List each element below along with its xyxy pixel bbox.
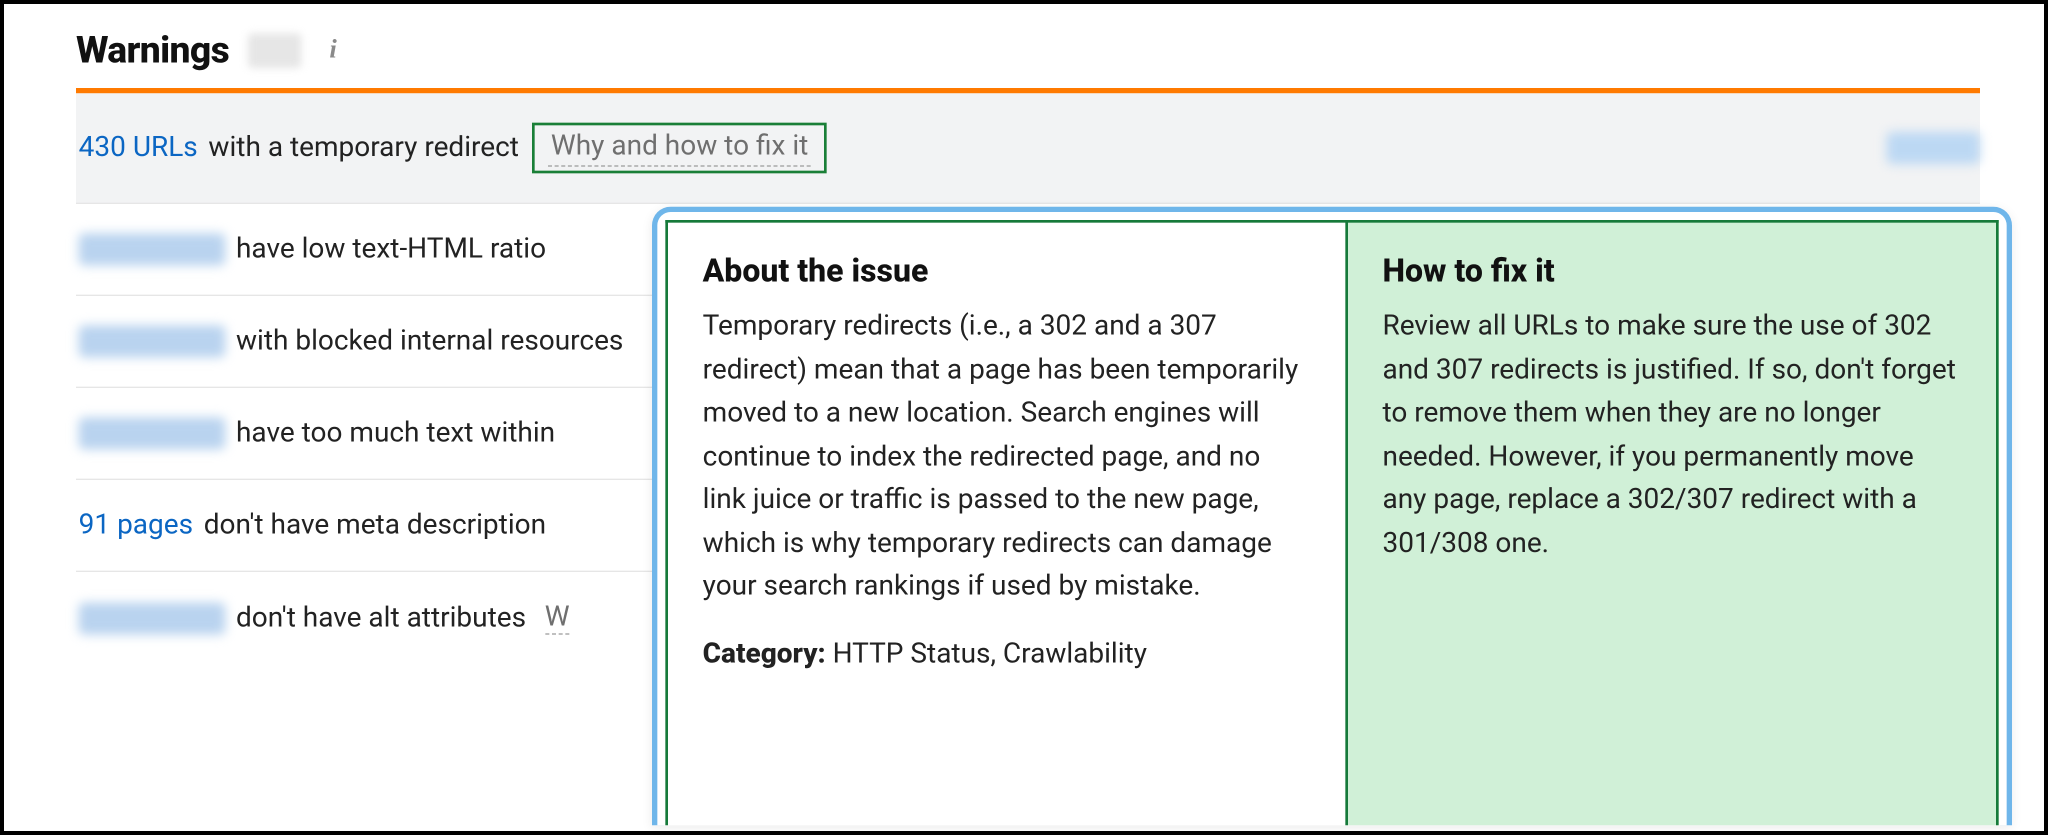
issue-description: with blocked internal resources [236,325,623,357]
issue-count-obscured [79,233,226,265]
issue-description: don't have alt attributes [236,602,526,634]
category-line: Category: HTTP Status, Crawlability [703,633,1311,676]
about-body: Temporary redirects (i.e., a 302 and a 3… [703,305,1311,609]
category-label: Category: [703,638,826,670]
warnings-count-obscured [248,33,301,68]
issue-count-link[interactable]: 91 pages [79,509,193,541]
why-and-how-link-fragment[interactable]: W [545,601,570,634]
issue-count-obscured [79,325,226,357]
issue-description: have low text-HTML ratio [236,233,546,265]
info-icon[interactable]: i [320,37,347,64]
category-value: HTTP Status, Crawlability [826,638,1147,670]
why-and-how-link[interactable]: Why and how to fix it [548,128,811,167]
issue-count-link[interactable]: 430 URLs [79,132,198,164]
row-action-obscured [1887,132,1980,164]
issue-help-popover: About the issue Temporary redirects (i.e… [652,207,2012,826]
issue-description: have too much text within [236,417,555,449]
issue-description: don't have meta description [204,509,546,541]
fix-pane: How to fix it Review all URLs to make su… [1348,220,1999,825]
hint-highlight-box: Why and how to fix it [532,123,827,174]
issue-row[interactable]: 430 URLs with a temporary redirect Why a… [76,93,1980,204]
warnings-header: Warnings i [76,28,1980,72]
issue-count-obscured [79,417,226,449]
about-pane: About the issue Temporary redirects (i.e… [665,220,1347,825]
issue-count-obscured [79,602,226,634]
warnings-title: Warnings [76,28,229,72]
about-heading: About the issue [703,252,1311,289]
fix-body: Review all URLs to make sure the use of … [1382,305,1961,565]
issue-description: with a temporary redirect [208,132,518,164]
fix-heading: How to fix it [1382,252,1961,289]
